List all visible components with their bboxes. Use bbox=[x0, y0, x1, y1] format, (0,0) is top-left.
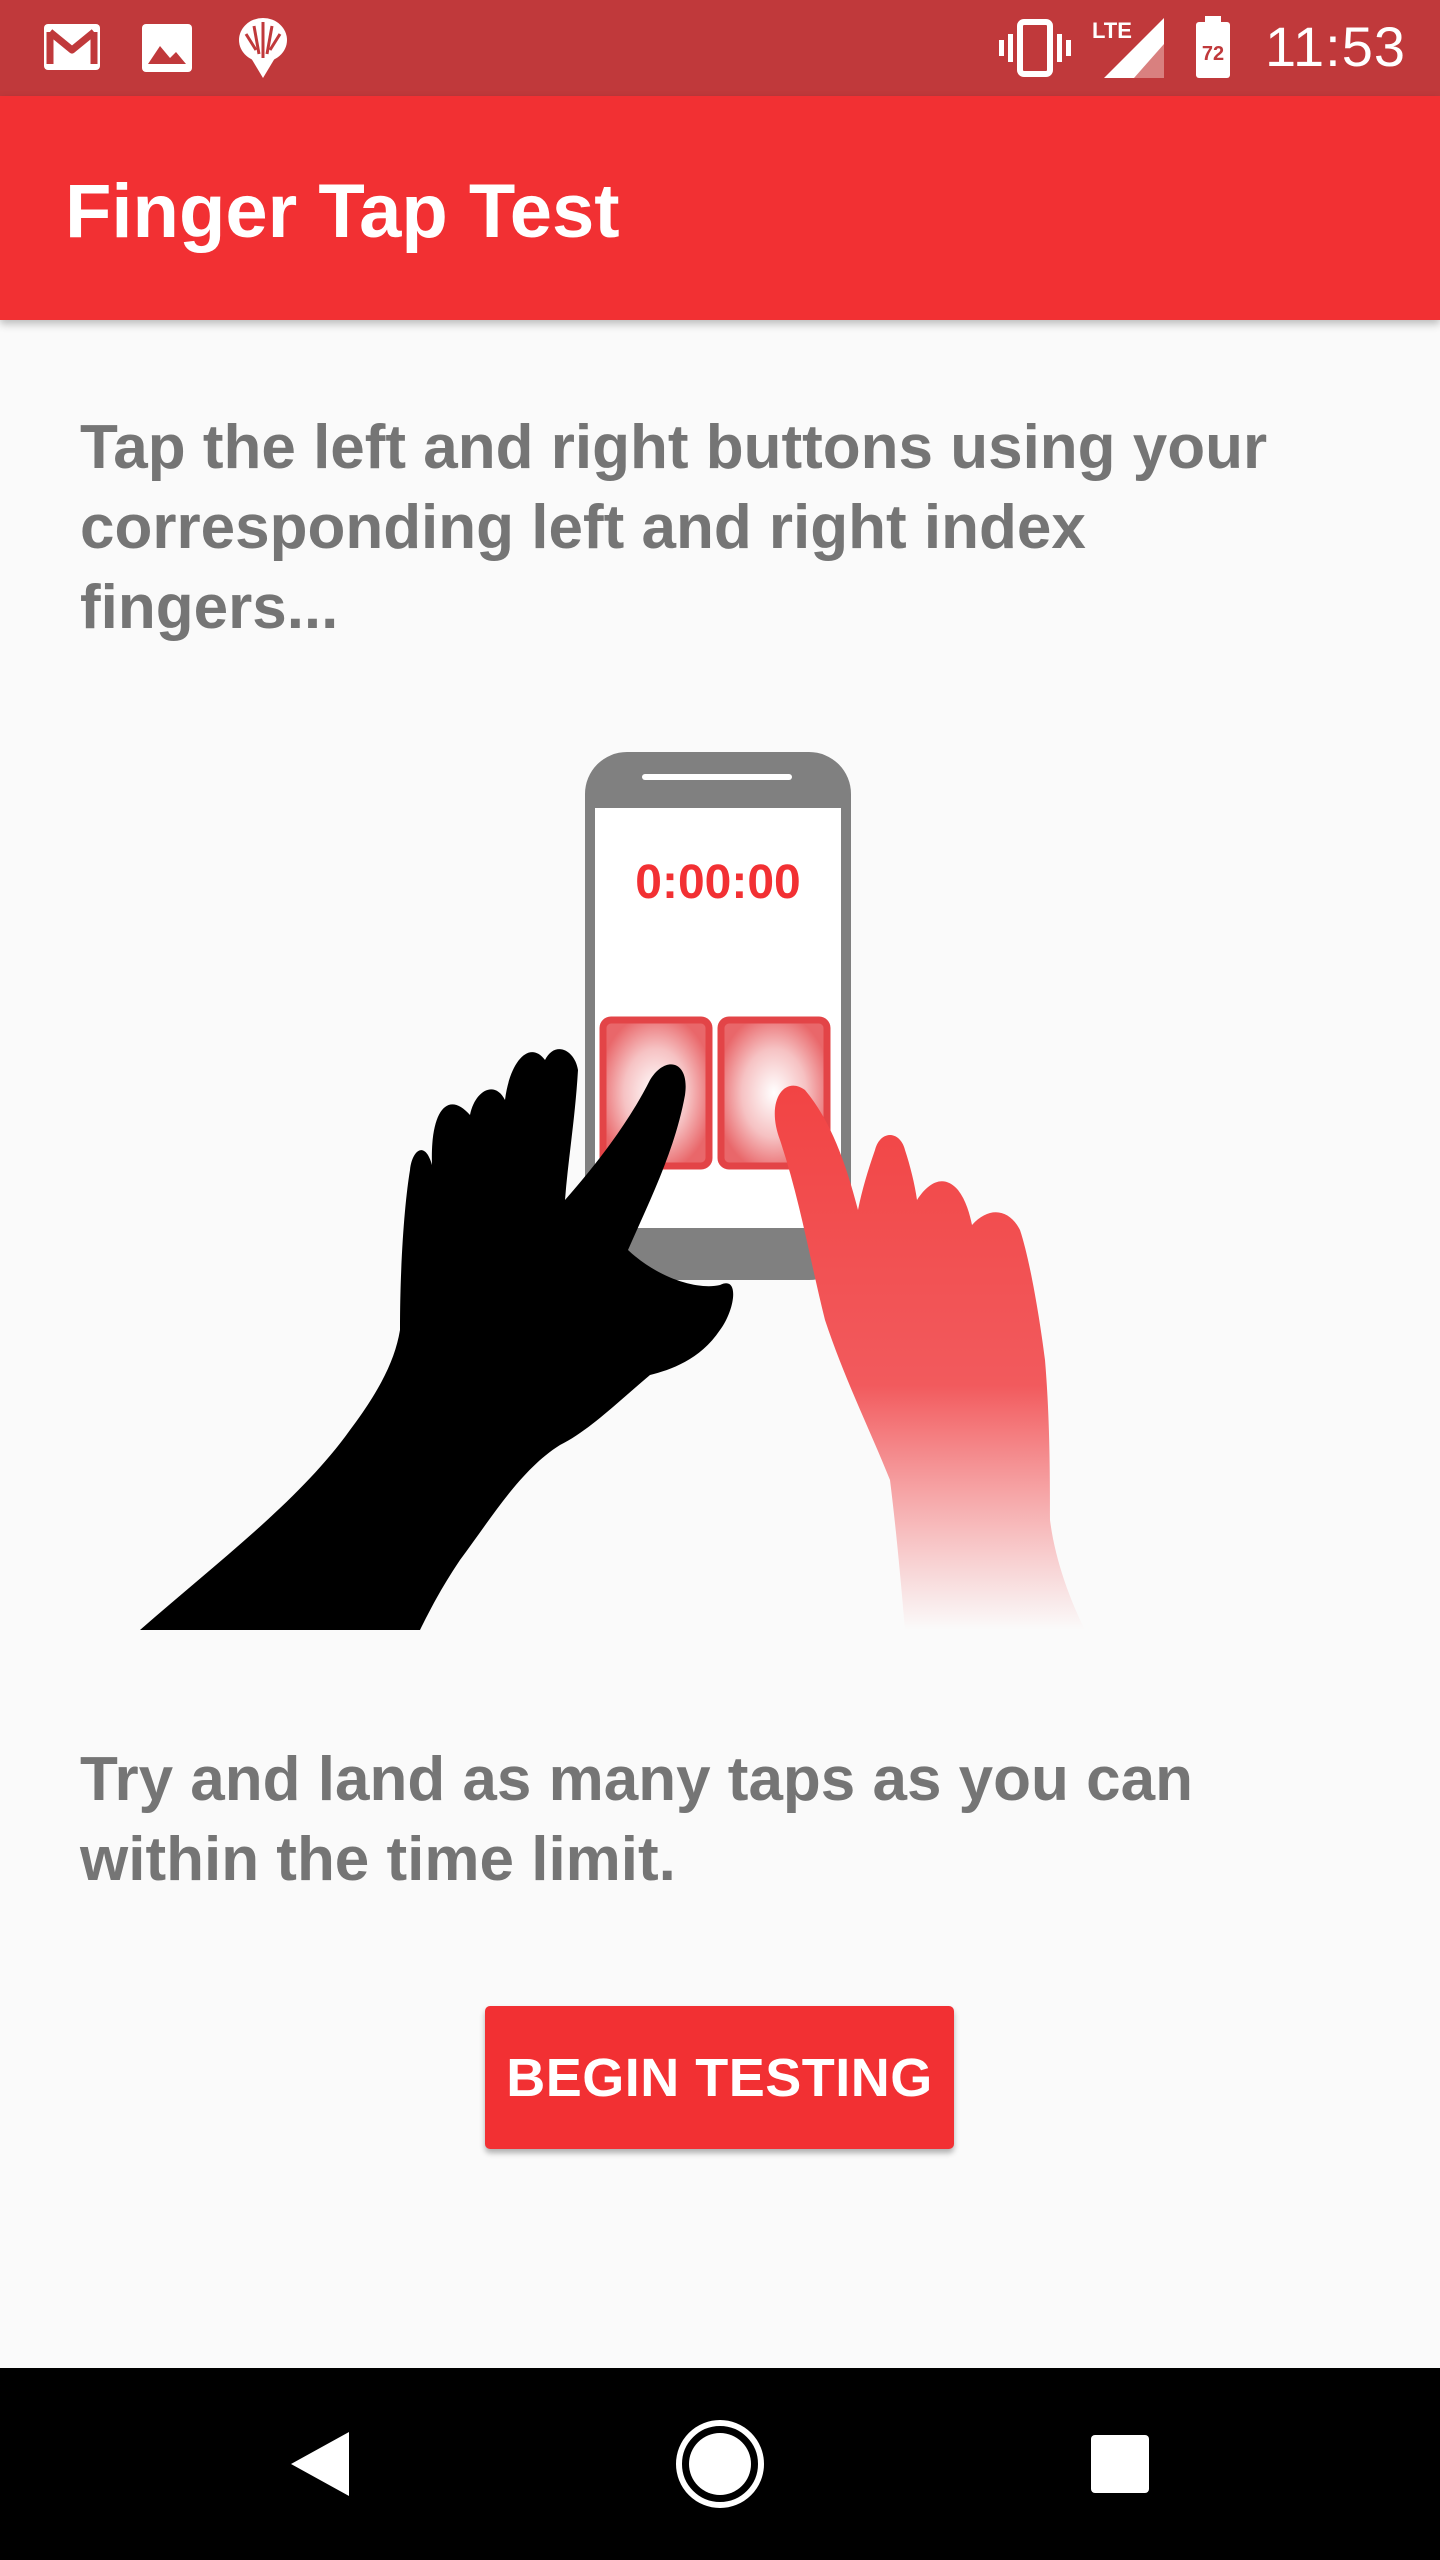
timer-display: 0:00:00 bbox=[635, 856, 800, 909]
battery-level: 72 bbox=[1202, 43, 1224, 65]
left-hand-icon bbox=[140, 1049, 734, 1630]
app-title: Finger Tap Test bbox=[65, 169, 620, 254]
nav-back-button[interactable] bbox=[200, 2368, 440, 2560]
finger-tap-illustration: 0:00:00 bbox=[140, 752, 1085, 1630]
recents-icon bbox=[1091, 2435, 1149, 2493]
navigation-bar bbox=[0, 2368, 1440, 2560]
gmail-icon bbox=[44, 24, 100, 70]
vibrate-icon bbox=[999, 19, 1071, 77]
app-bar: Finger Tap Test bbox=[0, 96, 1440, 320]
nav-recents-button[interactable] bbox=[1000, 2368, 1240, 2560]
instruction-bottom: Try and land as many taps as you can wit… bbox=[80, 1745, 1193, 1894]
home-icon bbox=[676, 2420, 764, 2508]
nav-home-button[interactable] bbox=[600, 2368, 840, 2560]
back-icon bbox=[291, 2432, 349, 2496]
lte-label: LTE bbox=[1092, 18, 1132, 43]
bug-icon bbox=[239, 18, 287, 78]
status-time: 11:53 bbox=[1265, 15, 1406, 78]
lte-signal-icon: LTE bbox=[1092, 18, 1164, 78]
battery-icon: 72 bbox=[1196, 16, 1230, 78]
instruction-top: Tap the left and right buttons using you… bbox=[80, 413, 1268, 642]
begin-testing-button[interactable]: BEGIN TESTING bbox=[485, 2006, 954, 2149]
status-bar: LTE 72 11:53 bbox=[0, 0, 1440, 96]
image-icon bbox=[142, 24, 192, 72]
right-hand-icon bbox=[774, 1085, 1085, 1630]
